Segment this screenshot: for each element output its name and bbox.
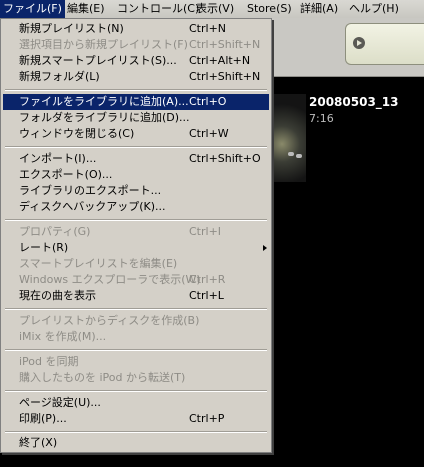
- menu-item-label: 印刷(P)...: [19, 412, 67, 425]
- menu-item-sync-ipod: iPod を同期: [3, 354, 269, 370]
- menu-item-page-setup[interactable]: ページ設定(U)...: [3, 395, 269, 411]
- menu-item-close-window[interactable]: ウィンドウを閉じる(C) Ctrl+W: [3, 126, 269, 142]
- menu-item-export[interactable]: エクスポート(O)...: [3, 167, 269, 183]
- video-thumbnail[interactable]: [272, 94, 306, 182]
- menu-item-edit-smart-playlist: スマートプレイリストを編集(E): [3, 256, 269, 272]
- menu-item-label: 選択項目から新規プレイリスト(F): [19, 38, 188, 51]
- menu-item-label: 購入したものを iPod から転送(T): [19, 371, 186, 384]
- video-duration: 7:16: [309, 112, 334, 125]
- menu-item-import[interactable]: インポート(I)... Ctrl+Shift+O: [3, 151, 269, 167]
- menu-item-label: スマートプレイリストを編集(E): [19, 257, 178, 270]
- menu-item-label: ウィンドウを閉じる(C): [19, 127, 135, 140]
- menu-item-shortcut: Ctrl+W: [189, 127, 229, 140]
- menu-view[interactable]: 表示(V): [193, 0, 237, 18]
- menu-store[interactable]: Store(S): [244, 0, 295, 18]
- menu-item-new-playlist-from-selection: 選択項目から新規プレイリスト(F) Ctrl+Shift+N: [3, 37, 269, 53]
- menu-item-label: プロパティ(G): [19, 225, 91, 238]
- thumbnail-detail: [296, 154, 302, 158]
- menu-item-show-current-song[interactable]: 現在の曲を表示 Ctrl+L: [3, 288, 269, 304]
- menu-item-add-file-to-library[interactable]: ファイルをライブラリに追加(A)... Ctrl+O: [3, 94, 269, 110]
- menu-item-label: フォルダをライブラリに追加(D)...: [19, 111, 190, 124]
- menu-item-label: iMix を作成(M)...: [19, 330, 107, 343]
- menu-item-label: レート(R): [19, 241, 69, 254]
- menu-separator: [5, 89, 267, 91]
- menu-separator: [5, 431, 267, 433]
- menu-item-shortcut: Ctrl+N: [189, 22, 227, 35]
- menu-item-label: Windows エクスプローラで表示(W): [19, 273, 201, 286]
- menu-item-label: ファイルをライブラリに追加(A)...: [19, 95, 189, 108]
- menu-controls[interactable]: コントロール(C): [114, 0, 202, 18]
- menu-item-create-imix: iMix を作成(M)...: [3, 329, 269, 345]
- menu-item-label: ライブラリのエクスポート...: [19, 184, 162, 197]
- menu-item-new-smart-playlist[interactable]: 新規スマートプレイリスト(S)... Ctrl+Alt+N: [3, 53, 269, 69]
- menu-separator: [5, 146, 267, 148]
- menu-item-label: 新規スマートプレイリスト(S)...: [19, 54, 177, 67]
- menu-item-add-folder-to-library[interactable]: フォルダをライブラリに追加(D)...: [3, 110, 269, 126]
- menu-edit[interactable]: 編集(E): [64, 0, 108, 18]
- menu-item-exit[interactable]: 終了(X): [3, 435, 269, 451]
- menu-item-label: 新規プレイリスト(N): [19, 22, 124, 35]
- menu-item-label: ページ設定(U)...: [19, 396, 101, 409]
- menu-item-new-folder[interactable]: 新規フォルダ(L) Ctrl+Shift+N: [3, 69, 269, 85]
- menu-item-burn-playlist-to-disc: プレイリストからディスクを作成(B): [3, 313, 269, 329]
- menu-item-shortcut: Ctrl+L: [189, 289, 224, 302]
- menu-item-shortcut: Ctrl+Shift+O: [189, 152, 261, 165]
- menu-item-label: エクスポート(O)...: [19, 168, 113, 181]
- menu-item-shortcut: Ctrl+Alt+N: [189, 54, 251, 67]
- menu-item-properties: プロパティ(G) Ctrl+I: [3, 224, 269, 240]
- menu-item-label: iPod を同期: [19, 355, 79, 368]
- menu-item-new-playlist[interactable]: 新規プレイリスト(N) Ctrl+N: [3, 21, 269, 37]
- menu-item-label: ディスクへバックアップ(K)...: [19, 200, 166, 213]
- menu-item-shortcut: Ctrl+R: [189, 273, 226, 286]
- thumbnail-detail: [288, 152, 294, 156]
- menu-separator: [5, 308, 267, 310]
- menu-item-export-library[interactable]: ライブラリのエクスポート...: [3, 183, 269, 199]
- menu-item-shortcut: Ctrl+Shift+N: [189, 38, 261, 51]
- menu-file[interactable]: ファイル(F): [0, 0, 65, 18]
- menu-item-label: 新規フォルダ(L): [19, 70, 100, 83]
- video-title[interactable]: 20080503_13: [309, 95, 399, 109]
- menu-item-backup-to-disc[interactable]: ディスクへバックアップ(K)...: [3, 199, 269, 215]
- menu-separator: [5, 349, 267, 351]
- menu-item-label: プレイリストからディスクを作成(B): [19, 314, 200, 327]
- menu-item-show-in-explorer: Windows エクスプローラで表示(W) Ctrl+R: [3, 272, 269, 288]
- menu-advanced[interactable]: 詳細(A): [297, 0, 341, 18]
- menu-item-print[interactable]: 印刷(P)... Ctrl+P: [3, 411, 269, 427]
- menu-separator: [5, 219, 267, 221]
- menu-item-shortcut: Ctrl+I: [189, 225, 222, 238]
- menu-help[interactable]: ヘルプ(H): [346, 0, 402, 18]
- file-menu-dropdown: 新規プレイリスト(N) Ctrl+N 選択項目から新規プレイリスト(F) Ctr…: [0, 18, 272, 453]
- menu-item-transfer-purchases: 購入したものを iPod から転送(T): [3, 370, 269, 386]
- menu-item-rating[interactable]: レート(R): [3, 240, 269, 256]
- submenu-arrow-icon: [263, 245, 267, 251]
- menu-item-label: 現在の曲を表示: [19, 289, 96, 302]
- menu-item-shortcut: Ctrl+P: [189, 412, 225, 425]
- menu-item-label: 終了(X): [19, 436, 58, 449]
- menu-item-label: インポート(I)...: [19, 152, 97, 165]
- play-icon[interactable]: [353, 37, 365, 49]
- menu-item-shortcut: Ctrl+O: [189, 95, 227, 108]
- menu-separator: [5, 390, 267, 392]
- menu-item-shortcut: Ctrl+Shift+N: [189, 70, 261, 83]
- menu-bar: ファイル(F) 編集(E) コントロール(C) 表示(V) Store(S) 詳…: [0, 0, 424, 19]
- status-display: [345, 23, 424, 65]
